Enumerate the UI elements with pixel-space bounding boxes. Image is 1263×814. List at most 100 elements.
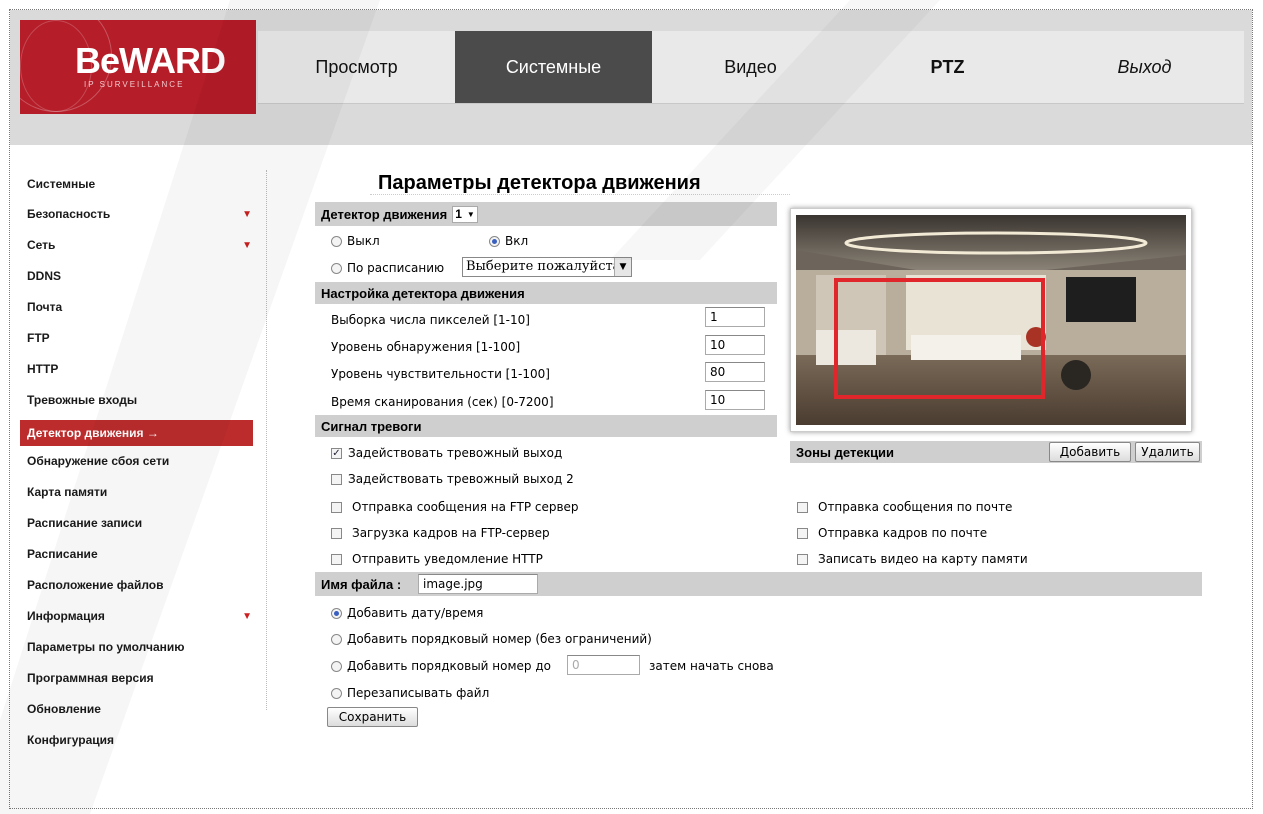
sidebar-item-mail[interactable]: Почта [20, 292, 260, 323]
sidebar-item-system[interactable]: Системные [20, 166, 260, 199]
radio-off-label: Выкл [347, 234, 380, 248]
tab-video[interactable]: Видео [652, 31, 849, 103]
alarm-mail-frames-label: Отправка кадров по почте [818, 526, 988, 540]
option-overwrite-radio[interactable] [331, 687, 342, 699]
alarm-ftp-frames[interactable]: Загрузка кадров на FTP-сервер [331, 526, 550, 540]
alarm-ftp-message-label: Отправка сообщения на FTP сервер [352, 500, 579, 514]
sidebar-item-record-schedule[interactable]: Расписание записи [20, 508, 260, 539]
option-add-datetime-radio[interactable] [331, 607, 342, 619]
chevron-down-icon: ▼ [466, 209, 475, 219]
sidebar-item-label: Системные [27, 177, 96, 191]
detector-select[interactable]: 1 ▼ [452, 205, 478, 223]
sidebar-item-motion-detector[interactable]: Детектор движения → [20, 420, 253, 446]
alarm-output2-checkbox[interactable] [331, 473, 342, 485]
filename-input[interactable]: image.jpg [418, 574, 538, 594]
alarm-mail-message-label: Отправка сообщения по почте [818, 500, 1013, 514]
alarm-ftp-frames-checkbox[interactable] [331, 527, 342, 539]
alarm-mail-frames-checkbox[interactable] [797, 527, 808, 539]
alarm-sd-record-checkbox[interactable] [797, 553, 808, 565]
logo-text: BeWARD [75, 40, 226, 81]
sidebar-item-file-location[interactable]: Расположение файлов [20, 570, 260, 601]
alarm-mail-message[interactable]: Отправка сообщения по почте [797, 500, 1012, 514]
add-zone-button[interactable]: Добавить [1049, 442, 1131, 462]
tab-system[interactable]: Системные [455, 31, 652, 103]
tab-view[interactable]: Просмотр [258, 31, 455, 103]
expand-arrow-icon[interactable]: ▼ [242, 199, 252, 230]
zones-label: Зоны детекции [796, 444, 895, 460]
option-overwrite[interactable]: Перезаписывать файл [331, 686, 489, 700]
sidebar-item-ddns[interactable]: DDNS [20, 261, 260, 292]
sidebar-item-label: Расписание [27, 547, 98, 561]
radio-schedule[interactable]: По расписанию [331, 261, 444, 275]
sidebar-item-label: Безопасность [27, 207, 111, 221]
sidebar-item-defaults[interactable]: Параметры по умолчанию [20, 632, 260, 663]
sidebar-item-http[interactable]: HTTP [20, 354, 260, 385]
option-seq-until[interactable]: Добавить порядковый номер до [331, 659, 551, 673]
radio-on[interactable]: Вкл [489, 234, 528, 248]
alarm-output1-label: Задействовать тревожный выход [348, 446, 563, 460]
radio-on-control[interactable] [489, 235, 500, 247]
pixel-sampling-input[interactable]: 1 [705, 307, 765, 327]
sidebar-item-label: Информация [27, 609, 105, 623]
brand-logo[interactable]: BeWARD IP SURVEILLANCE [20, 20, 256, 114]
alarm-ftp-message-checkbox[interactable] [331, 501, 342, 513]
sidebar-item-configuration[interactable]: Конфигурация [20, 725, 260, 756]
main-nav: Просмотр Системные Видео PTZ Выход [258, 31, 1244, 104]
radio-schedule-control[interactable] [331, 262, 342, 274]
alarm-sd-record[interactable]: Записать видео на карту памяти [797, 552, 1028, 566]
field-pixel-sampling-label: Выборка числа пикселей [1-10] [331, 313, 530, 327]
alarm-output1[interactable]: ✓ Задействовать тревожный выход [331, 446, 562, 460]
sidebar-item-firmware[interactable]: Программная версия [20, 663, 260, 694]
option-add-datetime[interactable]: Добавить дату/время [331, 606, 483, 620]
field-label: Время сканирования (сек) [0-7200] [331, 395, 554, 409]
expand-arrow-icon[interactable]: ▼ [242, 230, 252, 261]
alarm-output2[interactable]: Задействовать тревожный выход 2 [331, 472, 574, 486]
option-seq-unlimited-radio[interactable] [331, 633, 342, 645]
sidebar-item-ftp[interactable]: FTP [20, 323, 260, 354]
alarm-http-notify-label: Отправить уведомление HTTP [352, 552, 543, 566]
field-sensitivity-label: Уровень чувствительности [1-100] [331, 367, 550, 381]
alarm-http-notify[interactable]: Отправить уведомление HTTP [331, 552, 543, 566]
camera-preview[interactable] [790, 208, 1192, 432]
sidebar-item-info[interactable]: Информация ▼ [20, 601, 260, 632]
sidebar-item-label: Конфигурация [27, 733, 115, 747]
tab-ptz[interactable]: PTZ [849, 31, 1046, 103]
sidebar-item-memory-card[interactable]: Карта памяти [20, 477, 260, 508]
sidebar-item-network-failure[interactable]: Обнаружение сбоя сети [20, 446, 260, 477]
sidebar-item-alarm-inputs[interactable]: Тревожные входы [20, 385, 260, 416]
schedule-select[interactable]: Выберите пожалуйста ▼ [462, 257, 632, 277]
sidebar-divider [266, 170, 267, 710]
detection-level-input[interactable]: 10 [705, 335, 765, 355]
radio-off-control[interactable] [331, 235, 342, 247]
option-seq-unlimited[interactable]: Добавить порядковый номер (без ограничен… [331, 632, 652, 646]
alarm-output1-checkbox[interactable]: ✓ [331, 447, 342, 459]
detector-header: Детектор движения 1 ▼ [315, 202, 777, 226]
alarm-header: Сигнал тревоги [315, 415, 777, 437]
logo-subtitle: IP SURVEILLANCE [84, 80, 185, 89]
sidebar-item-schedule[interactable]: Расписание [20, 539, 260, 570]
sidebar-item-network[interactable]: Сеть ▼ [20, 230, 260, 261]
expand-arrow-icon[interactable]: ▼ [242, 601, 252, 632]
option-overwrite-label: Перезаписывать файл [347, 686, 490, 700]
alarm-ftp-frames-label: Загрузка кадров на FTP-сервер [352, 526, 550, 540]
alarm-mail-message-checkbox[interactable] [797, 501, 808, 513]
sidebar-item-update[interactable]: Обновление [20, 694, 260, 725]
save-button[interactable]: Сохранить [327, 707, 418, 727]
field-scan-time-label: Время сканирования (сек) [0-7200] [331, 395, 554, 409]
option-seq-until-radio[interactable] [331, 660, 342, 672]
option-seq-unlimited-label: Добавить порядковый номер (без ограничен… [347, 632, 652, 646]
schedule-select-value: Выберите пожалуйста [466, 259, 621, 274]
radio-off[interactable]: Выкл [331, 234, 380, 248]
alarm-sd-record-label: Записать видео на карту памяти [818, 552, 1028, 566]
sidebar-item-label: Сеть [27, 238, 56, 252]
seq-limit-input[interactable]: 0 [567, 655, 640, 675]
sidebar-item-security[interactable]: Безопасность ▼ [20, 199, 260, 230]
delete-zone-button[interactable]: Удалить [1135, 442, 1200, 462]
tab-exit[interactable]: Выход [1046, 31, 1243, 103]
sidebar-item-label: Программная версия [27, 671, 154, 685]
alarm-http-notify-checkbox[interactable] [331, 553, 342, 565]
alarm-mail-frames[interactable]: Отправка кадров по почте [797, 526, 987, 540]
sensitivity-input[interactable]: 80 [705, 362, 765, 382]
scan-time-input[interactable]: 10 [705, 390, 765, 410]
alarm-ftp-message[interactable]: Отправка сообщения на FTP сервер [331, 500, 579, 514]
